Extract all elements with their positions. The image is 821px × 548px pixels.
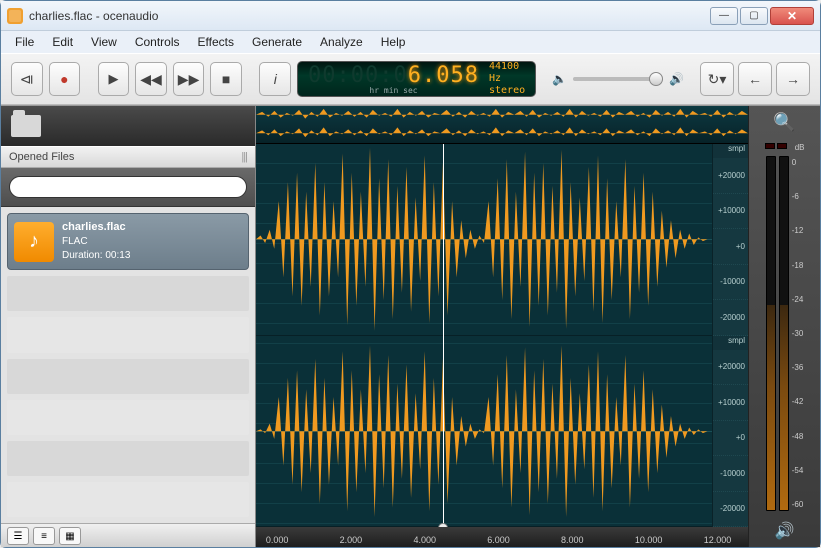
volume-thumb[interactable] xyxy=(649,72,663,86)
file-item[interactable]: ♪ charlies.flac FLAC Duration: 00:13 xyxy=(7,213,249,270)
waveform-overview[interactable] xyxy=(256,106,748,144)
menu-generate[interactable]: Generate xyxy=(244,33,310,51)
db-label: dB xyxy=(789,143,805,152)
volume-slider[interactable] xyxy=(573,77,663,81)
speaker-low-icon: 🔈 xyxy=(552,72,567,86)
search-input[interactable] xyxy=(9,176,247,198)
file-duration: Duration: 00:13 xyxy=(62,249,130,263)
sidebar-title: Opened Files xyxy=(9,151,74,163)
speaker-icon[interactable]: 🔊 xyxy=(775,521,795,541)
clip-indicator-right xyxy=(777,143,787,149)
file-name: charlies.flac xyxy=(62,220,130,235)
menu-analyze[interactable]: Analyze xyxy=(312,33,371,51)
menubar: File Edit View Controls Effects Generate… xyxy=(1,31,820,53)
skip-back-button[interactable]: ⧏ xyxy=(11,62,43,96)
toolbar: ⧏ ● ▶ ◀◀ ▶▶ ■ i 00:00:06.058 hr min sec … xyxy=(1,53,820,105)
clip-indicator-left xyxy=(765,143,775,149)
app-icon xyxy=(7,8,23,24)
channel-mode: stereo xyxy=(489,85,525,97)
forward-button[interactable]: ▶▶ xyxy=(173,62,205,96)
file-format: FLAC xyxy=(62,235,130,249)
close-button[interactable]: ✕ xyxy=(770,7,814,25)
menu-effects[interactable]: Effects xyxy=(190,33,242,51)
list-item xyxy=(7,441,249,476)
menu-edit[interactable]: Edit xyxy=(44,33,81,51)
volume-control: 🔈 🔊 xyxy=(552,72,684,86)
time-ruler[interactable]: 0.000 2.000 4.000 6.000 8.000 10.000 12.… xyxy=(256,527,748,547)
view-list-button[interactable]: ☰ xyxy=(7,527,29,545)
sample-rate: 44100 Hz xyxy=(489,61,525,85)
level-meter-left xyxy=(766,156,776,511)
play-button[interactable]: ▶ xyxy=(98,62,130,96)
time-lit: 6.058 xyxy=(408,63,479,88)
minimize-button[interactable]: — xyxy=(710,7,738,25)
menu-view[interactable]: View xyxy=(83,33,125,51)
music-note-icon: ♪ xyxy=(14,222,54,262)
content-area: Opened Files ||| ⌕ ♪ charlies.flac FLAC … xyxy=(1,105,820,547)
grip-icon[interactable]: ||| xyxy=(241,151,247,163)
info-button[interactable]: i xyxy=(259,62,291,96)
zoom-icon[interactable]: 🔍 xyxy=(773,112,795,133)
waveform-channel-right xyxy=(256,336,712,528)
db-scale: 0 -6 -12 -18 -24 -30 -36 -42 -48 -54 -60 xyxy=(792,156,804,511)
file-list: ♪ charlies.flac FLAC Duration: 00:13 xyxy=(1,207,255,523)
sidebar-viewmode: ☰ ≡ ▦ xyxy=(1,523,255,547)
stop-button[interactable]: ■ xyxy=(210,62,242,96)
rewind-button[interactable]: ◀◀ xyxy=(135,62,167,96)
record-button[interactable]: ● xyxy=(49,62,81,96)
list-item xyxy=(7,482,249,517)
waveform-main[interactable] xyxy=(256,144,712,527)
level-meter-right xyxy=(779,156,789,511)
amplitude-ruler: smpl +20000 +10000 +0 -10000 -20000 smpl… xyxy=(712,144,748,527)
nav-forward-button[interactable]: → xyxy=(776,62,810,96)
maximize-button[interactable]: ▢ xyxy=(740,7,768,25)
view-compact-button[interactable]: ≡ xyxy=(33,527,55,545)
list-item xyxy=(7,400,249,435)
nav-back-button[interactable]: ← xyxy=(738,62,772,96)
sidebar: Opened Files ||| ⌕ ♪ charlies.flac FLAC … xyxy=(1,106,256,547)
speaker-high-icon: 🔊 xyxy=(669,72,684,86)
titlebar[interactable]: charlies.flac - ocenaudio — ▢ ✕ xyxy=(1,1,820,31)
menu-help[interactable]: Help xyxy=(373,33,414,51)
menu-controls[interactable]: Controls xyxy=(127,33,188,51)
sidebar-header: Opened Files ||| xyxy=(1,146,255,168)
app-window: charlies.flac - ocenaudio — ▢ ✕ File Edi… xyxy=(0,0,821,548)
list-item xyxy=(7,276,249,311)
folder-icon[interactable] xyxy=(11,115,41,137)
history-button[interactable]: ↻▾ xyxy=(700,62,734,96)
meter-panel: 🔍 dB 0 -6 -12 -18 -24 -30 xyxy=(748,106,820,547)
list-item xyxy=(7,317,249,352)
sidebar-top xyxy=(1,106,255,146)
view-grid-button[interactable]: ▦ xyxy=(59,527,81,545)
waveform-channel-left xyxy=(256,144,712,336)
list-item xyxy=(7,359,249,394)
menu-file[interactable]: File xyxy=(7,33,42,51)
time-display: 00:00:06.058 hr min sec 44100 Hz stereo xyxy=(297,61,536,97)
time-dim: 00:00:0 xyxy=(308,63,408,88)
window-title: charlies.flac - ocenaudio xyxy=(29,9,710,23)
time-unit-labels: hr min sec xyxy=(369,86,417,95)
wave-area: smpl +20000 +10000 +0 -10000 -20000 smpl… xyxy=(256,106,820,547)
playhead-cursor[interactable] xyxy=(443,144,444,527)
